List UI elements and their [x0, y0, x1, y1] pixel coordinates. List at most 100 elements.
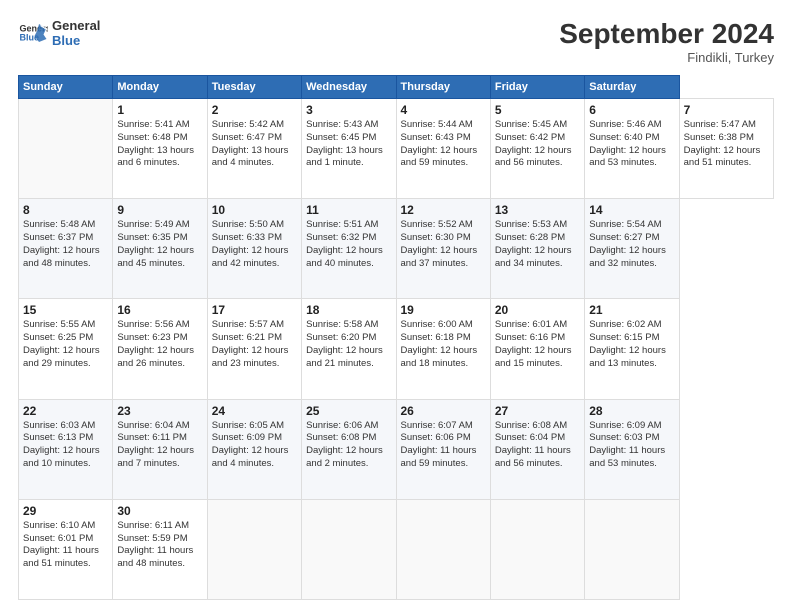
day-number: 19: [401, 303, 486, 317]
day-detail: Sunrise: 6:02 AMSunset: 6:15 PMDaylight:…: [589, 319, 674, 370]
logo-text-general: General: [52, 18, 100, 33]
calendar-cell: 28 Sunrise: 6:09 AMSunset: 6:03 PMDayligh…: [585, 399, 679, 499]
day-detail: Sunrise: 5:54 AMSunset: 6:27 PMDaylight:…: [589, 219, 674, 270]
day-number: 20: [495, 303, 580, 317]
day-number: 26: [401, 404, 486, 418]
day-number: 23: [117, 404, 202, 418]
day-number: 14: [589, 203, 674, 217]
day-number: 27: [495, 404, 580, 418]
day-detail: Sunrise: 6:10 AMSunset: 6:01 PMDaylight:…: [23, 520, 108, 571]
calendar-cell: 16Sunrise: 5:56 AMSunset: 6:23 PMDayligh…: [113, 299, 207, 399]
calendar-cell: 19Sunrise: 6:00 AMSunset: 6:18 PMDayligh…: [396, 299, 490, 399]
day-number: 2: [212, 103, 297, 117]
calendar-cell: [585, 499, 679, 599]
calendar-cell: 13 Sunrise: 5:53 AMSunset: 6:28 PMDayligh…: [490, 199, 584, 299]
calendar-cell: [207, 499, 301, 599]
calendar-cell: 11Sunrise: 5:51 AMSunset: 6:32 PMDayligh…: [302, 199, 396, 299]
day-detail: Sunrise: 5:49 AMSunset: 6:35 PMDaylight:…: [117, 219, 202, 270]
day-number: 10: [212, 203, 297, 217]
day-detail: Sunrise: 5:52 AMSunset: 6:30 PMDaylight:…: [401, 219, 486, 270]
day-detail: Sunrise: 5:56 AMSunset: 6:23 PMDaylight:…: [117, 319, 202, 370]
day-detail: Sunrise: 6:03 AMSunset: 6:13 PMDaylight:…: [23, 420, 108, 471]
day-number: 13: [495, 203, 580, 217]
weekday-header-friday: Friday: [490, 76, 584, 99]
location: Findikli, Turkey: [559, 50, 774, 65]
day-detail: Sunrise: 5:53 AMSunset: 6:28 PMDaylight:…: [495, 219, 580, 270]
day-detail: Sunrise: 5:50 AMSunset: 6:33 PMDaylight:…: [212, 219, 297, 270]
calendar-cell: 5 Sunrise: 5:45 AMSunset: 6:42 PMDaylight…: [490, 99, 584, 199]
day-detail: Sunrise: 6:11 AMSunset: 5:59 PMDaylight:…: [117, 520, 202, 571]
calendar-cell: [490, 499, 584, 599]
day-detail: Sunrise: 5:57 AMSunset: 6:21 PMDaylight:…: [212, 319, 297, 370]
day-number: 6: [589, 103, 674, 117]
day-detail: Sunrise: 5:51 AMSunset: 6:32 PMDaylight:…: [306, 219, 391, 270]
day-detail: Sunrise: 6:07 AMSunset: 6:06 PMDaylight:…: [401, 420, 486, 471]
page-header: General Blue General Blue September 2024…: [18, 18, 774, 65]
day-number: 15: [23, 303, 108, 317]
calendar-cell: [396, 499, 490, 599]
day-detail: Sunrise: 5:48 AMSunset: 6:37 PMDaylight:…: [23, 219, 108, 270]
day-detail: Sunrise: 5:44 AMSunset: 6:43 PMDaylight:…: [401, 119, 486, 170]
calendar-cell: 7 Sunrise: 5:47 AMSunset: 6:38 PMDaylight…: [679, 99, 773, 199]
day-number: 22: [23, 404, 108, 418]
month-title: September 2024: [559, 18, 774, 50]
day-detail: Sunrise: 6:04 AMSunset: 6:11 PMDaylight:…: [117, 420, 202, 471]
day-number: 8: [23, 203, 108, 217]
day-number: 17: [212, 303, 297, 317]
calendar-cell: 20 Sunrise: 6:01 AMSunset: 6:16 PMDayligh…: [490, 299, 584, 399]
day-number: 29: [23, 504, 108, 518]
calendar-cell: 10 Sunrise: 5:50 AMSunset: 6:33 PMDayligh…: [207, 199, 301, 299]
calendar-cell: 15 Sunrise: 5:55 AMSunset: 6:25 PMDayligh…: [19, 299, 113, 399]
day-number: 24: [212, 404, 297, 418]
day-detail: Sunrise: 5:55 AMSunset: 6:25 PMDaylight:…: [23, 319, 108, 370]
calendar-cell: [19, 99, 113, 199]
calendar-cell: 22 Sunrise: 6:03 AMSunset: 6:13 PMDayligh…: [19, 399, 113, 499]
day-number: 18: [306, 303, 391, 317]
calendar-cell: 21Sunrise: 6:02 AMSunset: 6:15 PMDayligh…: [585, 299, 679, 399]
day-number: 12: [401, 203, 486, 217]
calendar-cell: 23 Sunrise: 6:04 AMSunset: 6:11 PMDayligh…: [113, 399, 207, 499]
calendar-table: SundayMondayTuesdayWednesdayThursdayFrid…: [18, 75, 774, 600]
day-detail: Sunrise: 6:08 AMSunset: 6:04 PMDaylight:…: [495, 420, 580, 471]
day-number: 28: [589, 404, 674, 418]
day-detail: Sunrise: 5:43 AMSunset: 6:45 PMDaylight:…: [306, 119, 391, 170]
day-detail: Sunrise: 6:01 AMSunset: 6:16 PMDaylight:…: [495, 319, 580, 370]
logo-text-blue: Blue: [52, 33, 100, 48]
day-detail: Sunrise: 5:46 AMSunset: 6:40 PMDaylight:…: [589, 119, 674, 170]
calendar-cell: 12 Sunrise: 5:52 AMSunset: 6:30 PMDayligh…: [396, 199, 490, 299]
day-number: 25: [306, 404, 391, 418]
calendar-cell: 1Sunrise: 5:41 AMSunset: 6:48 PMDaylight…: [113, 99, 207, 199]
calendar-cell: 30 Sunrise: 6:11 AMSunset: 5:59 PMDayligh…: [113, 499, 207, 599]
calendar-cell: 6 Sunrise: 5:46 AMSunset: 6:40 PMDaylight…: [585, 99, 679, 199]
day-number: 4: [401, 103, 486, 117]
weekday-header-tuesday: Tuesday: [207, 76, 301, 99]
calendar-cell: 29 Sunrise: 6:10 AMSunset: 6:01 PMDayligh…: [19, 499, 113, 599]
calendar-cell: 2 Sunrise: 5:42 AMSunset: 6:47 PMDaylight…: [207, 99, 301, 199]
day-number: 9: [117, 203, 202, 217]
title-block: September 2024 Findikli, Turkey: [559, 18, 774, 65]
calendar-cell: 9 Sunrise: 5:49 AMSunset: 6:35 PMDaylight…: [113, 199, 207, 299]
day-detail: Sunrise: 6:05 AMSunset: 6:09 PMDaylight:…: [212, 420, 297, 471]
calendar-cell: 8 Sunrise: 5:48 AMSunset: 6:37 PMDaylight…: [19, 199, 113, 299]
weekday-header-thursday: Thursday: [396, 76, 490, 99]
day-number: 7: [684, 103, 769, 117]
calendar-cell: 26 Sunrise: 6:07 AMSunset: 6:06 PMDayligh…: [396, 399, 490, 499]
day-number: 5: [495, 103, 580, 117]
day-detail: Sunrise: 6:09 AMSunset: 6:03 PMDaylight:…: [589, 420, 674, 471]
day-detail: Sunrise: 5:58 AMSunset: 6:20 PMDaylight:…: [306, 319, 391, 370]
calendar-cell: 24 Sunrise: 6:05 AMSunset: 6:09 PMDayligh…: [207, 399, 301, 499]
calendar-cell: 25Sunrise: 6:06 AMSunset: 6:08 PMDayligh…: [302, 399, 396, 499]
day-number: 1: [117, 103, 202, 117]
calendar-cell: 4 Sunrise: 5:44 AMSunset: 6:43 PMDaylight…: [396, 99, 490, 199]
calendar-cell: 18 Sunrise: 5:58 AMSunset: 6:20 PMDayligh…: [302, 299, 396, 399]
day-number: 30: [117, 504, 202, 518]
day-detail: Sunrise: 5:42 AMSunset: 6:47 PMDaylight:…: [212, 119, 297, 170]
logo-icon: General Blue: [18, 18, 48, 48]
day-number: 3: [306, 103, 391, 117]
weekday-header-wednesday: Wednesday: [302, 76, 396, 99]
day-detail: Sunrise: 5:45 AMSunset: 6:42 PMDaylight:…: [495, 119, 580, 170]
calendar-cell: 27 Sunrise: 6:08 AMSunset: 6:04 PMDayligh…: [490, 399, 584, 499]
weekday-header-sunday: Sunday: [19, 76, 113, 99]
calendar-cell: 14 Sunrise: 5:54 AMSunset: 6:27 PMDayligh…: [585, 199, 679, 299]
day-detail: Sunrise: 5:47 AMSunset: 6:38 PMDaylight:…: [684, 119, 769, 170]
